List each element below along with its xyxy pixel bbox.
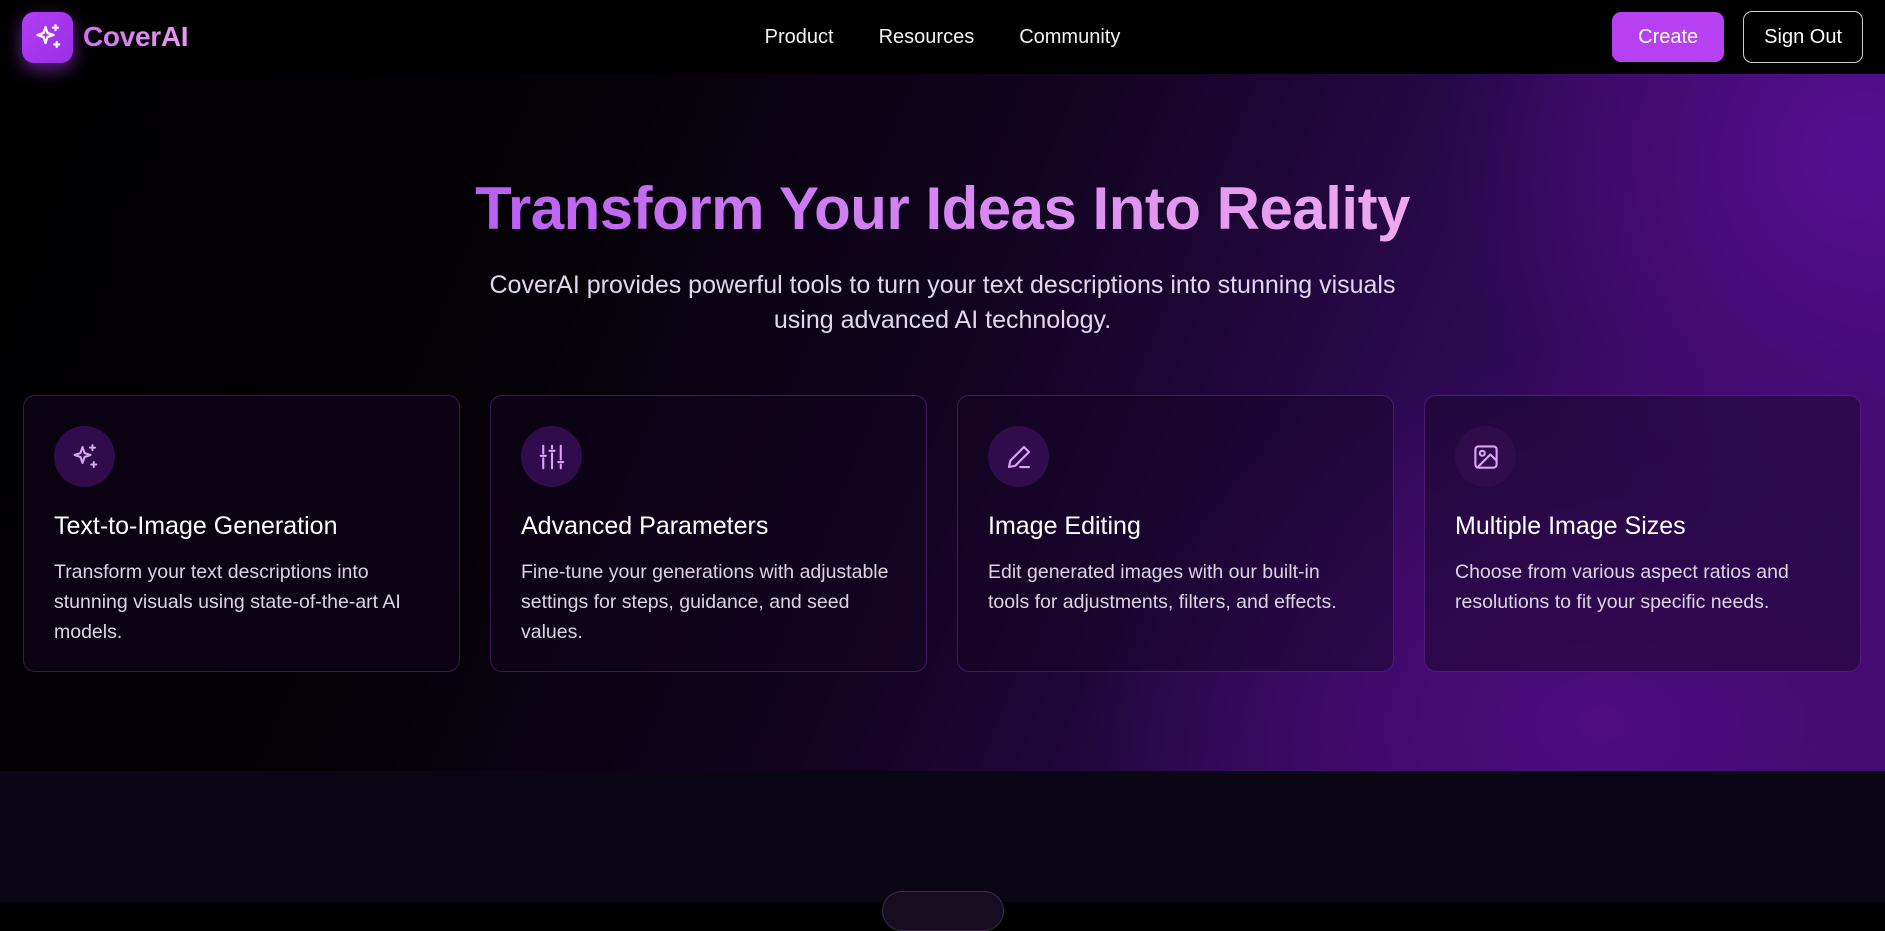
hero-subtitle: CoverAI provides powerful tools to turn …: [489, 271, 1396, 334]
pencil-icon: [988, 426, 1049, 487]
feature-title: Multiple Image Sizes: [1455, 512, 1686, 540]
feature-card-text-to-image: Text-to-Image Generation Transform your …: [23, 395, 460, 672]
nav-actions: Create Sign Out: [1612, 11, 1863, 63]
main-nav: Product Resources Community: [0, 0, 1885, 74]
sparkles-icon: [54, 426, 115, 487]
sign-out-button[interactable]: Sign Out: [1743, 11, 1863, 63]
brand-logo[interactable]: CoverAI: [22, 11, 189, 63]
feature-title: Advanced Parameters: [521, 512, 769, 540]
feature-card-advanced-parameters: Advanced Parameters Fine-tune your gener…: [490, 395, 927, 672]
feature-card-image-editing: Image Editing Edit generated images with…: [957, 395, 1394, 672]
hero-title: Transform Your Ideas Into Reality: [0, 174, 1885, 243]
lower-section: [0, 771, 1885, 931]
nav-link-community[interactable]: Community: [1019, 26, 1120, 49]
feature-description: Fine-tune your generations with adjustab…: [521, 561, 889, 643]
hero-section: Transform Your Ideas Into Reality CoverA…: [0, 74, 1885, 771]
feature-description: Edit generated images with our built-in …: [988, 561, 1337, 613]
image-icon: [1455, 426, 1516, 487]
nav-link-product[interactable]: Product: [765, 26, 834, 49]
feature-title: Text-to-Image Generation: [54, 512, 338, 540]
brand-name: CoverAI: [83, 21, 189, 52]
create-button[interactable]: Create: [1612, 12, 1725, 62]
feature-cards: Text-to-Image Generation Transform your …: [23, 395, 1861, 672]
feature-description: Choose from various aspect ratios and re…: [1455, 561, 1789, 613]
nav-link-resources[interactable]: Resources: [879, 26, 975, 49]
feature-card-multiple-sizes: Multiple Image Sizes Choose from various…: [1424, 395, 1861, 672]
hero-title-text: Transform Your Ideas Into Reality: [475, 175, 1410, 242]
sparkles-icon: [22, 11, 73, 63]
sliders-icon: [521, 426, 582, 487]
top-navbar: CoverAI Product Resources Community Crea…: [0, 0, 1885, 74]
feature-description: Transform your text descriptions into st…: [54, 561, 401, 643]
section-badge: [882, 891, 1004, 931]
feature-title: Image Editing: [988, 512, 1141, 540]
